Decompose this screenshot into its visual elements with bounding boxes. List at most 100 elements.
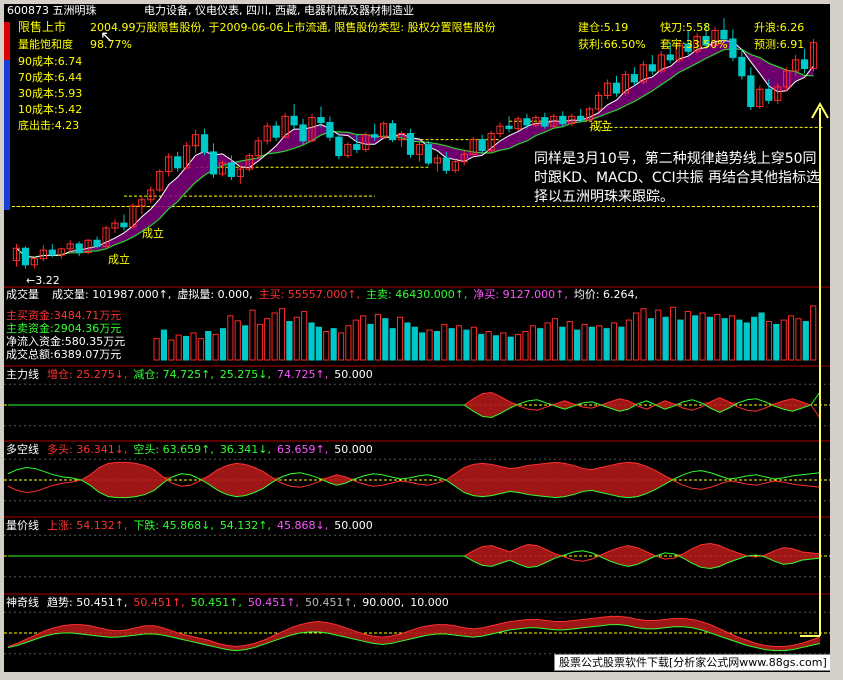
volume-bar — [544, 322, 551, 361]
volume-readout-item: 净买: 9127.000↑, — [473, 288, 568, 301]
volume-bar — [500, 332, 507, 361]
app-window: 600873 五洲明珠 电力设备, 仪电仪表, 四川, 西藏, 电器机械及器材制… — [0, 0, 843, 680]
volume-bar — [190, 332, 197, 361]
candle-body — [747, 75, 755, 108]
candle-body — [505, 125, 513, 130]
indicator-value: 50.451↑, — [133, 596, 185, 609]
volume-bar — [219, 328, 227, 361]
volume-bar — [773, 323, 780, 361]
volume-bar — [625, 319, 632, 361]
candle-body — [800, 59, 809, 69]
indicator-value: 50.000 — [334, 443, 373, 456]
volume-bar — [160, 329, 168, 361]
indicator-value: 50.451↑, — [190, 596, 242, 609]
candle-body — [290, 115, 298, 126]
indicator-value: 25.275↓, — [219, 368, 272, 381]
saturation-label: 量能饱和度 — [18, 38, 73, 51]
volume-bar — [197, 338, 204, 361]
indicator-value: 36.341↓, — [219, 443, 272, 456]
volume-bar — [323, 331, 330, 361]
candle-body — [666, 54, 674, 61]
cost-level-1: 70成本:6.44 — [18, 71, 83, 84]
indicator-value: 50.000 — [334, 519, 373, 532]
indicator-readout: 多空线 多头: 36.341↓, 空头: 63.659↑, 36.341↓, 63.65… — [6, 443, 379, 456]
indicator-value: 上涨: 54.132↑, — [47, 519, 128, 532]
low-price-label: ←3.22 — [26, 274, 60, 287]
volume-readout-item: 主买: 55557.000↑, — [258, 288, 361, 301]
volume-bar — [278, 308, 286, 361]
fund-row: 主买资金:3484.71万元 — [6, 309, 122, 322]
marker-chengli-1: 成立 — [108, 253, 130, 266]
volume-bar — [714, 313, 721, 361]
volume-bar — [330, 328, 337, 361]
volume-bar — [780, 319, 787, 361]
volume-bar — [751, 316, 758, 361]
candle-body — [523, 118, 531, 126]
candle-body — [209, 151, 218, 175]
low-price-value: 3.22 — [35, 274, 60, 287]
volume-bar — [183, 335, 190, 361]
candle-body — [478, 139, 486, 152]
volume-bar — [537, 328, 544, 361]
candle-body — [174, 156, 182, 169]
indicator-name: 主力线 — [6, 368, 39, 381]
candle — [388, 120, 397, 143]
chart-svg[interactable] — [4, 4, 830, 672]
indicator-value: 90.000, — [362, 596, 405, 609]
volume-bar — [234, 320, 241, 361]
volume-bar — [743, 322, 750, 361]
volume-bar — [242, 325, 249, 361]
stock-industry: 电力设备, 仪电仪表, 四川, 西藏, 电器机械及器材制造业 — [144, 4, 414, 17]
stock-chart-canvas[interactable]: 600873 五洲明珠 电力设备, 仪电仪表, 四川, 西藏, 电器机械及器材制… — [4, 4, 830, 672]
annotation-text: 同样是3月10号，第二种规律趋势线上穿50同时跟KD、MACD、CCI共振 再结… — [534, 151, 821, 205]
indicator-value: 50.451↑, — [247, 596, 300, 609]
volume-bar — [463, 329, 470, 361]
stat-build: 建仓:5.19 — [578, 21, 629, 34]
volume-bar — [205, 331, 212, 361]
volume-bar — [367, 323, 374, 361]
indicator-readout: 量价线 上涨: 54.132↑, 下跌: 45.868↓, 54.132↑, 45.86… — [6, 519, 379, 532]
indicator-value: 减仓: 74.725↑, — [133, 368, 214, 381]
candle — [424, 140, 433, 166]
volume-bar — [662, 316, 669, 361]
indicator-readout: 主力线 增仓: 25.275↓, 减仓: 74.725↑, 25.275↓, 74.72… — [6, 368, 379, 381]
volume-bar — [692, 315, 699, 361]
volume-bar — [352, 319, 359, 361]
volume-bar — [175, 334, 182, 361]
volume-bar — [515, 333, 522, 361]
volume-bar — [706, 316, 713, 361]
indicator-value: 趋势: 50.451↑, — [47, 596, 128, 609]
volume-bar — [308, 322, 315, 361]
stat-trapped: 套牢:33.50% — [660, 38, 728, 51]
volume-bar — [640, 308, 647, 361]
volume-bar — [153, 338, 160, 361]
marker-chengli-2: 成立 — [142, 227, 164, 240]
panel-green-line — [8, 391, 821, 418]
indicator-readout: 神奇线 趋势: 50.451↑, 50.451↑, 50.451↑, 50.451↑, 5… — [6, 596, 455, 609]
indicator-value: 多头: 36.341↓, — [47, 443, 128, 456]
indicator-value: 63.659↑, — [277, 443, 329, 456]
fund-row: 主卖资金:2904.36万元 — [6, 322, 122, 335]
candle — [406, 128, 415, 159]
volume-bar — [507, 336, 514, 361]
candle-body — [729, 38, 737, 58]
mouse-cursor-icon: ↖ — [100, 27, 114, 46]
candle-body — [765, 88, 773, 101]
volume-bar — [603, 328, 610, 361]
volume-bar — [765, 321, 773, 361]
indicator-value: 74.725↑, — [277, 368, 329, 381]
candle — [335, 133, 343, 160]
volume-bar — [382, 318, 389, 361]
indicator-value: 50.451↑, — [305, 596, 357, 609]
volume-bar — [256, 323, 263, 361]
volume-bar — [227, 315, 234, 361]
volume-bar — [522, 331, 529, 361]
volume-bar — [433, 331, 441, 361]
stock-code-name: 600873 五洲明珠 — [7, 4, 97, 17]
volume-bar — [492, 335, 500, 361]
volume-bar — [374, 313, 381, 361]
candle-body — [738, 56, 746, 77]
volume-bar — [426, 329, 433, 361]
candle-body — [75, 243, 83, 254]
volume-panel-title: 成交量 — [6, 288, 39, 301]
